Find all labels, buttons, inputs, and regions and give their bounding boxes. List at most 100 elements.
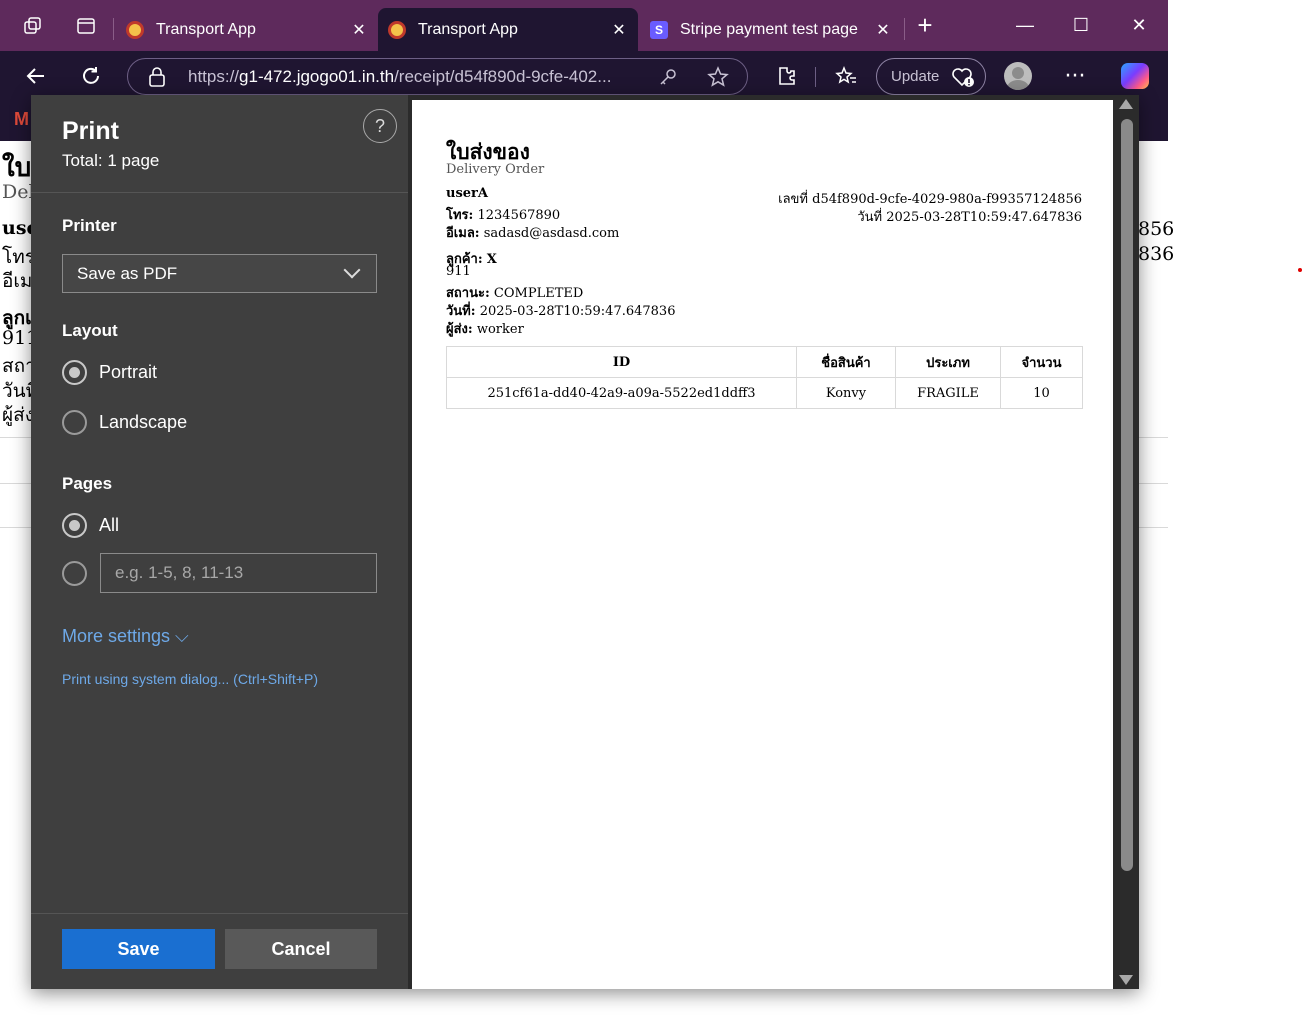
pages-all-radio[interactable] bbox=[62, 512, 87, 538]
col-header-type: ประเภท bbox=[895, 346, 1001, 378]
scroll-down-arrow-icon[interactable] bbox=[1119, 975, 1133, 985]
sender-label: ผู้ส่ง: bbox=[446, 322, 473, 337]
status-label: สถานะ: bbox=[446, 286, 490, 301]
footer-divider bbox=[31, 913, 408, 914]
url-text: https://g1-472.jgogo01.in.th/receipt/d54… bbox=[188, 67, 638, 87]
tab-transport-app-1[interactable]: Transport App ✕ bbox=[116, 8, 378, 51]
chevron-down-icon bbox=[343, 261, 361, 279]
refresh-button[interactable] bbox=[76, 61, 106, 91]
pages-all-option[interactable]: All bbox=[62, 512, 119, 538]
bg-line: อีเม bbox=[2, 270, 33, 292]
col-header-product: ชื่อสินค้า bbox=[796, 346, 896, 378]
tab-title: Transport App bbox=[156, 20, 256, 38]
gmail-bookmark-icon[interactable]: M bbox=[14, 109, 29, 130]
receipt-email-line: อีเมล: sadasd@asdasd.com bbox=[446, 222, 619, 243]
cursor-dot bbox=[1298, 268, 1302, 272]
extensions-icon[interactable] bbox=[771, 61, 801, 91]
tab-separator bbox=[904, 18, 905, 40]
url-path: /receipt/d54f890d-9cfe-402... bbox=[394, 67, 612, 86]
cancel-button[interactable]: Cancel bbox=[225, 929, 377, 969]
url-scheme: https:// bbox=[188, 67, 240, 86]
landscape-label: Landscape bbox=[99, 411, 188, 432]
new-tab-button[interactable]: + bbox=[910, 10, 940, 40]
receipt-username: userA bbox=[446, 186, 488, 201]
date-label: วันที่: bbox=[446, 304, 476, 319]
cell-product: Konvy bbox=[796, 377, 896, 409]
panel-divider bbox=[31, 192, 408, 193]
transport-app-favicon-icon bbox=[388, 20, 406, 39]
scroll-up-arrow-icon[interactable] bbox=[1119, 99, 1133, 109]
more-settings-link[interactable]: More settings ⌵ bbox=[62, 626, 189, 647]
back-button[interactable] bbox=[21, 61, 51, 91]
password-key-icon[interactable] bbox=[658, 67, 678, 91]
print-dialog: Print Total: 1 page ? Printer Save as PD… bbox=[31, 95, 1139, 989]
col-header-id: ID bbox=[446, 346, 797, 378]
tab-close-icon[interactable]: ✕ bbox=[872, 20, 894, 40]
tab-bar: Transport App ✕ Transport App ✕ S Stripe… bbox=[0, 0, 1168, 51]
receipt-subtitle: Delivery Order bbox=[446, 162, 545, 177]
tab-title: Transport App bbox=[418, 20, 518, 38]
pages-range-input[interactable]: e.g. 1-5, 8, 11-13 bbox=[100, 553, 377, 593]
items-table: ID ชื่อสินค้า ประเภท จำนวน 251cf61a-dd40… bbox=[446, 346, 1083, 409]
status-value: COMPLETED bbox=[493, 286, 584, 301]
favorites-icon[interactable] bbox=[831, 61, 861, 91]
pages-label: Pages bbox=[62, 474, 113, 493]
url-host: g1-472.jgogo01.in.th bbox=[239, 67, 395, 86]
receipt-date: วันที่ 2025-03-28T10:59:47.647836 bbox=[857, 210, 1082, 225]
pages-all-label: All bbox=[99, 514, 120, 535]
workspaces-icon[interactable] bbox=[19, 12, 47, 40]
cell-id: 251cf61a-dd40-42a9-a09a-5522ed1ddff3 bbox=[446, 377, 797, 409]
layout-portrait-option[interactable]: Portrait bbox=[62, 359, 157, 385]
col-header-quantity: จำนวน bbox=[1000, 346, 1083, 378]
bg-line: ผู้ส่ง bbox=[2, 404, 35, 426]
save-button[interactable]: Save bbox=[62, 929, 215, 969]
sender-value: worker bbox=[476, 322, 524, 337]
maximize-button[interactable]: ☐ bbox=[1066, 10, 1096, 40]
tab-stripe-payment[interactable]: S Stripe payment test page ✕ bbox=[640, 8, 902, 51]
tab-actions-icon[interactable] bbox=[72, 12, 100, 40]
favorite-star-icon[interactable] bbox=[707, 66, 729, 92]
bg-page-subtitle: Del bbox=[2, 181, 35, 203]
more-options-button[interactable]: ··· bbox=[1060, 61, 1090, 91]
copilot-icon[interactable] bbox=[1121, 63, 1149, 89]
profile-avatar[interactable] bbox=[1004, 62, 1032, 90]
landscape-radio[interactable] bbox=[62, 409, 87, 435]
toolbar-separator bbox=[815, 67, 816, 87]
phone-label: โทร: bbox=[446, 208, 474, 223]
table-row: 251cf61a-dd40-42a9-a09a-5522ed1ddff3 Kon… bbox=[446, 377, 1083, 409]
pages-custom-radio[interactable] bbox=[62, 560, 87, 586]
page-total: Total: 1 page bbox=[62, 151, 160, 170]
cell-quantity: 10 bbox=[1000, 377, 1083, 409]
printer-select[interactable]: Save as PDF bbox=[62, 254, 377, 293]
tab-close-icon[interactable]: ✕ bbox=[348, 20, 370, 40]
tab-close-icon[interactable]: ✕ bbox=[608, 20, 630, 40]
tab-title: Stripe payment test page bbox=[680, 20, 858, 38]
stripe-favicon-icon: S bbox=[650, 20, 668, 39]
close-window-button[interactable]: ✕ bbox=[1124, 10, 1154, 40]
layout-label: Layout bbox=[62, 321, 118, 340]
printer-value: Save as PDF bbox=[77, 263, 178, 283]
pages-custom-option[interactable] bbox=[62, 560, 99, 586]
portrait-label: Portrait bbox=[99, 361, 158, 382]
sender-line: ผู้ส่ง: worker bbox=[446, 318, 524, 339]
system-dialog-link[interactable]: Print using system dialog... (Ctrl+Shift… bbox=[62, 671, 318, 687]
table-header-row: ID ชื่อสินค้า ประเภท จำนวน bbox=[446, 346, 1083, 378]
address-bar[interactable]: https://g1-472.jgogo01.in.th/receipt/d54… bbox=[127, 58, 748, 95]
minimize-button[interactable]: — bbox=[1010, 10, 1040, 40]
customer-phone: 911 bbox=[446, 264, 471, 279]
print-settings-panel: Print Total: 1 page ? Printer Save as PD… bbox=[31, 95, 408, 989]
lock-icon[interactable] bbox=[148, 67, 166, 91]
tab-transport-app-active[interactable]: Transport App ✕ bbox=[378, 8, 638, 51]
scrollbar-thumb[interactable] bbox=[1121, 119, 1133, 871]
help-button[interactable]: ? bbox=[363, 109, 397, 143]
heart-alert-icon bbox=[951, 66, 975, 92]
update-button[interactable]: Update bbox=[876, 58, 986, 95]
preview-page: ใบส่งของ Delivery Order userA โทร: 12345… bbox=[412, 100, 1113, 989]
transport-app-favicon-icon bbox=[126, 20, 144, 39]
phone-value: 1234567890 bbox=[477, 208, 561, 223]
email-label: อีเมล: bbox=[446, 226, 480, 241]
layout-landscape-option[interactable]: Landscape bbox=[62, 409, 187, 435]
portrait-radio[interactable] bbox=[62, 359, 87, 385]
print-title: Print bbox=[62, 117, 119, 145]
address-bar-row: https://g1-472.jgogo01.in.th/receipt/d54… bbox=[0, 51, 1168, 101]
